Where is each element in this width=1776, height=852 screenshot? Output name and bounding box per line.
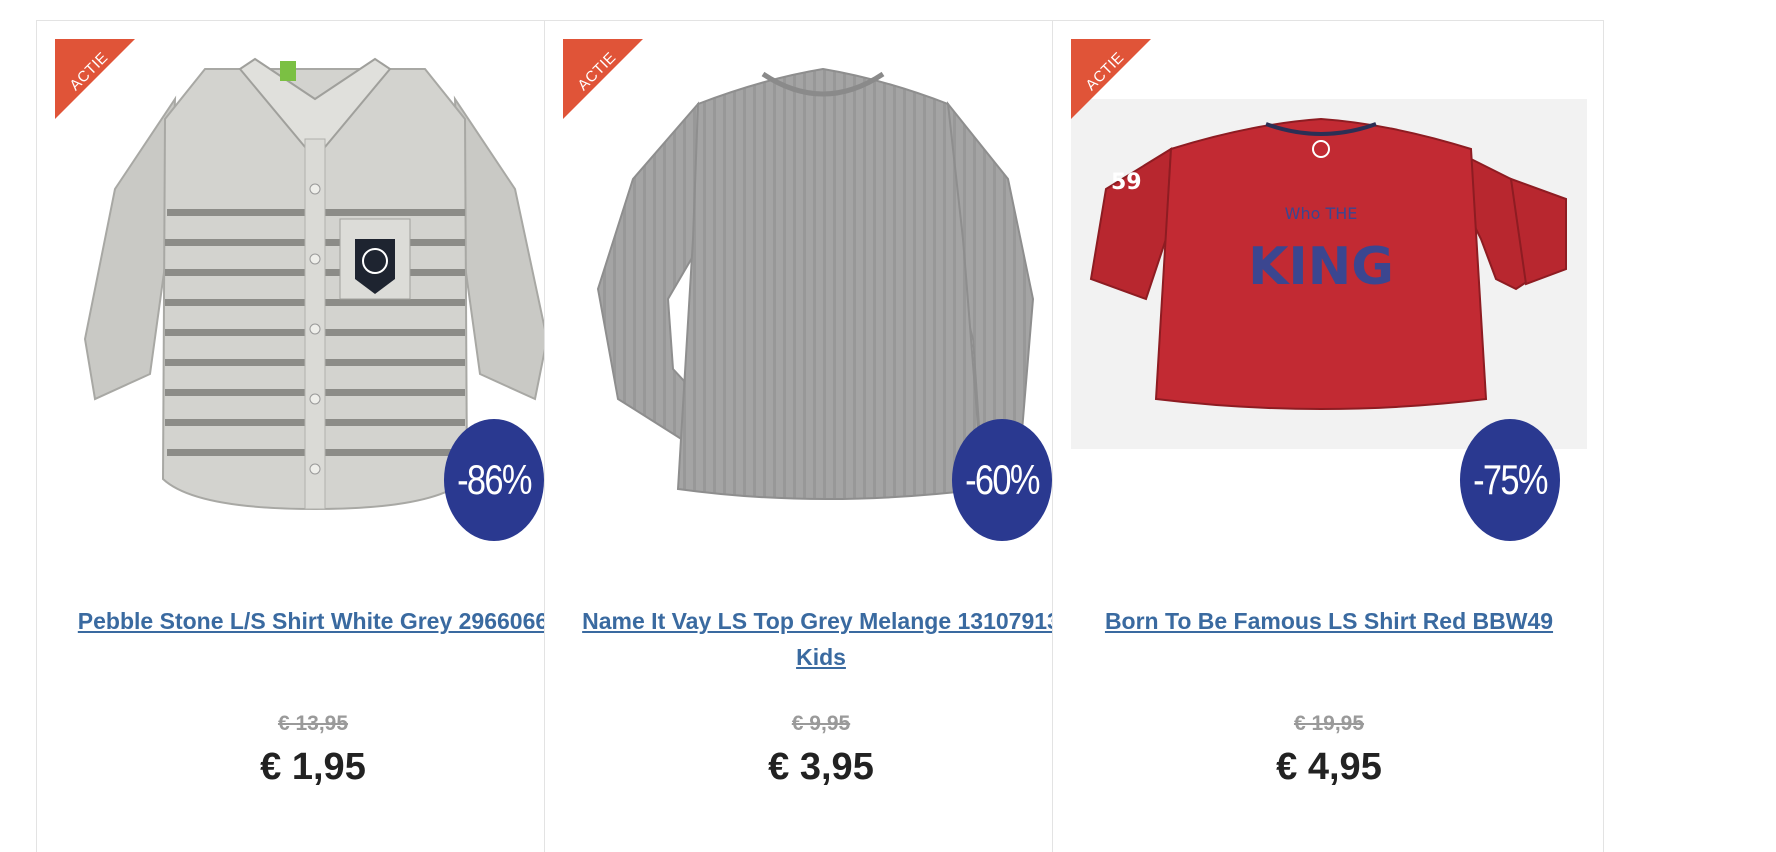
sale-price: € 4,95 — [1276, 746, 1382, 788]
discount-badge: -60% — [951, 419, 1053, 541]
product-title-link[interactable]: Born To Be Famous LS Shirt Red BBW49 — [1073, 603, 1585, 639]
product-card[interactable]: ACTIE -60% Name It Vay LS Top Grey Melan… — [544, 20, 1096, 852]
discount-badge: -86% — [443, 419, 545, 541]
product-title-link[interactable]: Pebble Stone L/S Shirt White Grey 296606… — [57, 603, 569, 639]
product-grid: ACTIE -86% Pebble Stone L/S Shirt White … — [0, 0, 1776, 852]
discount-badge: -75% — [1459, 419, 1561, 541]
svg-text:59: 59 — [1111, 170, 1142, 195]
sale-ribbon: ACTIE — [1071, 39, 1163, 131]
sale-price: € 1,95 — [260, 746, 366, 788]
svg-text:Who THE: Who THE — [1285, 204, 1358, 223]
old-price: € 9,95 — [791, 712, 851, 735]
svg-text:KING: KING — [1248, 237, 1394, 297]
old-price: € 19,95 — [1293, 712, 1365, 735]
product-card[interactable]: KING Who THE 59 ACTIE -75% Born To Be Fa… — [1052, 20, 1604, 852]
product-title-link[interactable]: Name It Vay LS Top Grey Melange 13107913… — [565, 603, 1077, 675]
sale-ribbon: ACTIE — [55, 39, 147, 131]
sale-price: € 3,95 — [768, 746, 874, 788]
sale-ribbon: ACTIE — [563, 39, 655, 131]
product-card[interactable]: ACTIE -86% Pebble Stone L/S Shirt White … — [36, 20, 588, 852]
old-price: € 13,95 — [277, 712, 349, 735]
